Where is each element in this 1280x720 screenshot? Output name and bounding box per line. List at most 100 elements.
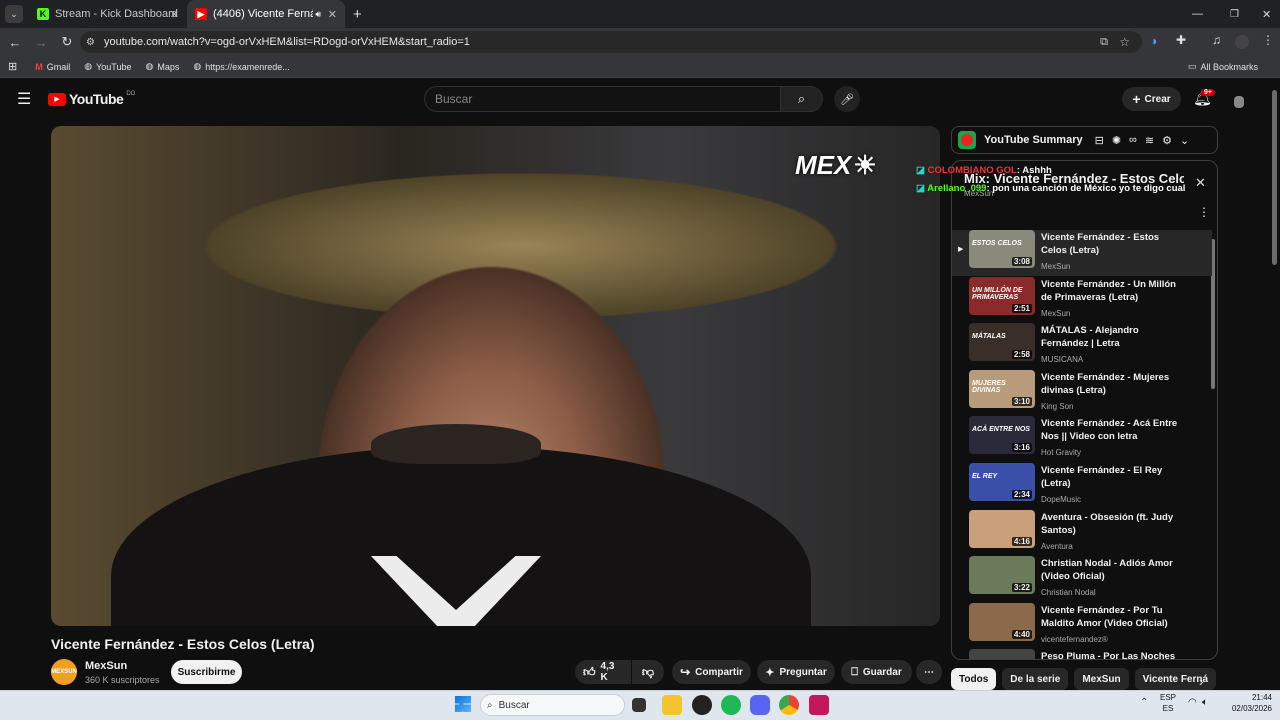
settings-gear-icon[interactable]: ⚙ [1162,134,1172,147]
menu-hamburger-icon[interactable]: ☰ [17,89,31,109]
system-clock[interactable]: 21:44 02/03/2026 [1222,692,1272,714]
save-button[interactable]: ⎕ Guardar [841,660,912,684]
chrome-icon[interactable] [779,695,799,715]
playlist-item[interactable]: Peso Pluma - Por Las Noches [952,649,1212,660]
window-close-icon[interactable]: ✕ [1262,8,1271,21]
channel-name[interactable]: MexSun [85,660,127,672]
like-button[interactable]: 👍︎ 4,3 K [575,660,631,684]
bookmark-examen[interactable]: ◍ https://examenrede... [193,61,289,72]
volume-icon[interactable]: 🔈︎ [1202,697,1208,708]
mexsun-watermark-logo: MEX☀ [795,150,877,180]
filter-chip[interactable]: Vicente Ferná [1134,668,1217,690]
playlist-item[interactable]: MUJERES DIVINAS 3:10 Vicente Fernández - M… [952,369,1212,416]
close-tab-icon[interactable]: ✕ [170,8,179,21]
playlist-item[interactable]: ▶ ESTOS CELOS 3:08 Vicente Fernández - Esto… [952,230,1212,276]
playlist-item[interactable]: MÁTALAS 2:58 MÁTALAS - Alejandro Fernández… [952,323,1212,369]
playlist-item[interactable]: 3:22 Christian Nodal - Adiós Amor (Video … [952,556,1212,602]
profile-avatar[interactable] [1235,35,1249,49]
more-actions-button[interactable]: ⋯ [916,660,942,684]
spotify-icon[interactable] [721,695,741,715]
sparkle-icon: ✦ [765,666,775,679]
youtube-logo[interactable]: ▶ YouTube DO [48,91,135,107]
bookmark-maps[interactable]: ◍ Maps [145,61,179,72]
video-thumbnail[interactable] [969,649,1035,659]
filter-chip[interactable]: MexSun [1074,668,1129,690]
tab-kick-dashboard[interactable]: K Stream - Kick Dashboard ✕ [29,0,187,28]
summary-icon[interactable]: ⊟ [1095,134,1104,147]
chips-next-icon[interactable]: › [1199,674,1203,689]
all-bookmarks[interactable]: ▭ All Bookmarks [1188,61,1258,72]
video-thumbnail[interactable]: UN MILLÓN DE PRIMAVERAS 2:51 [969,276,1035,315]
item-title: Vicente Fernández - Mujeres divinas (Let… [1041,371,1170,396]
channel-avatar[interactable]: MEXSUN [51,659,77,685]
playlist-item[interactable]: UN MILLÓN DE PRIMAVERAS 2:51 Vicente Ferná… [952,276,1212,323]
reload-icon[interactable]: ↻ [56,31,78,53]
subscribe-button[interactable]: Suscribirme [171,660,242,684]
extensions-puzzle-icon[interactable]: ✚ [1176,33,1186,47]
file-explorer-icon[interactable] [662,695,682,715]
extension-icon[interactable]: ◑ [1150,34,1157,48]
audio-wave-icon[interactable]: ≋ [1145,134,1154,147]
bookmark-gmail[interactable]: M Gmail [35,62,70,72]
filter-chip[interactable]: Todos [951,668,997,690]
audio-playing-icon[interactable]: 🔊︎ [315,9,321,20]
video-thumbnail[interactable]: ACÁ ENTRE NOS 3:16 [969,416,1035,455]
item-channel: King Son [1041,401,1074,411]
video-thumbnail[interactable]: 4:40 [969,602,1035,641]
tab-youtube[interactable]: ▶ (4406) Vicente Fernández - 🔊︎ ✕ [187,0,345,28]
address-bar[interactable]: ⚙ youtube.com/watch?v=ogd-orVxHEM&list=R… [80,31,1142,53]
close-playlist-icon[interactable]: ✕ [1195,175,1206,191]
obs-icon[interactable] [692,695,712,715]
new-tab-button[interactable]: + [353,6,362,23]
youtube-summary-extension-bar: YouTube Summary ⊟ ✺ ∞ ≋ ⚙ ⌄ [951,126,1218,154]
filter-chip[interactable]: De la serie [1002,668,1069,690]
bookmark-icon: ⎕ [851,665,858,678]
playlist-menu-icon[interactable]: ⋮ [1198,205,1210,219]
site-info-icon[interactable]: ⚙ [86,37,95,48]
window-restore-icon[interactable]: ❐ [1230,9,1239,20]
chatgpt-icon[interactable]: ✺ [1112,134,1121,147]
video-thumbnail[interactable]: MÁTALAS 2:58 [969,323,1035,362]
video-thumbnail[interactable]: EL REY 2:34 [969,463,1035,501]
media-controls-icon[interactable]: ♫ [1212,33,1221,47]
app-icon[interactable] [809,695,829,715]
share-button[interactable]: ↪ Compartir [672,660,751,684]
discord-icon[interactable] [750,695,770,715]
page-scrollbar[interactable] [1272,90,1277,265]
dislike-button[interactable]: 👎︎ [632,660,664,684]
search-button[interactable]: ⌕ [781,86,823,112]
playlist-item[interactable]: EL REY 2:34 Vicente Fernández - El Rey (Le… [952,463,1212,509]
glasses-icon[interactable]: ∞ [1129,134,1137,146]
bookmark-youtube[interactable]: ◍ YouTube [84,61,131,72]
window-minimize-icon[interactable]: — [1192,8,1203,20]
task-view-icon[interactable] [632,698,646,712]
taskbar-search[interactable]: ⌕ Buscar [480,694,625,716]
apps-grid-icon[interactable]: ⊞ [8,60,17,73]
chevron-down-icon[interactable]: ⌄ [1180,134,1189,147]
install-app-icon[interactable]: ⧉ [1100,36,1108,49]
create-button[interactable]: + Crear [1122,87,1181,111]
forward-icon[interactable]: → [30,31,52,53]
video-player[interactable] [51,126,940,626]
playlist-item[interactable]: ACÁ ENTRE NOS 3:16 Vicente Fernández - Acá… [952,416,1212,462]
back-icon[interactable]: ← [4,31,26,53]
video-thumbnail[interactable]: 4:16 [969,509,1035,548]
account-avatar[interactable] [1234,96,1244,108]
tab-search-button[interactable]: ⌄ [5,5,23,23]
input-language[interactable]: ESP ES [1160,692,1176,714]
tray-chevron-icon[interactable]: ⌃ [1140,697,1148,708]
bookmark-star-icon[interactable]: ☆ [1119,35,1130,49]
item-title: Vicente Fernández - Acá Entre Nos || Vid… [1041,418,1178,443]
video-thumbnail[interactable]: 3:22 [969,556,1035,595]
chrome-menu-icon[interactable]: ⋮ [1262,33,1274,47]
close-tab-icon[interactable]: ✕ [328,8,337,21]
video-thumbnail[interactable]: MUJERES DIVINAS 3:10 [969,369,1035,408]
playlist-item[interactable]: 4:16 Aventura - Obsesión (ft. Judy Santos… [952,509,1212,556]
search-input[interactable]: Buscar [424,86,781,112]
video-thumbnail[interactable]: ESTOS CELOS 3:08 [969,230,1035,268]
wifi-icon[interactable]: ◠ [1188,697,1197,708]
ask-button[interactable]: ✦ Preguntar [757,660,835,684]
voice-search-button[interactable]: 🎤︎ [834,86,860,112]
playlist-item[interactable]: 4:40 Vicente Fernández - Por Tu Maldito A… [952,602,1212,649]
item-title: Peso Pluma - Por Las Noches [1041,651,1176,660]
